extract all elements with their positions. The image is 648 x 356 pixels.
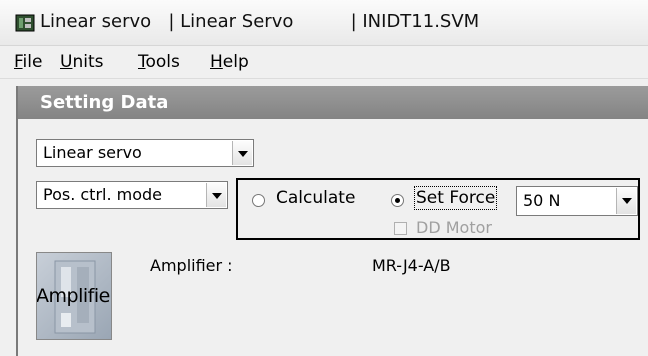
dd-motor-label: DD Motor	[416, 218, 492, 237]
force-value-select[interactable]: 50 N	[516, 186, 638, 216]
servo-type-value: Linear servo	[43, 143, 142, 162]
calculate-label[interactable]: Calculate	[276, 188, 355, 208]
amplifier-button-label: Amplifier	[36, 285, 112, 307]
force-value: 50 N	[523, 191, 561, 210]
menu-tools[interactable]: Tools	[138, 52, 180, 72]
control-mode-select[interactable]: Pos. ctrl. mode	[36, 181, 228, 209]
force-option-group: Calculate Set Force 50 N DD Motor	[236, 178, 640, 240]
menu-file[interactable]: File	[14, 52, 42, 72]
chevron-down-icon[interactable]	[232, 141, 252, 165]
amplifier-button[interactable]: Amplifier	[36, 252, 112, 340]
chevron-down-icon[interactable]	[616, 188, 636, 214]
chevron-down-icon[interactable]	[206, 183, 226, 207]
dd-motor-checkbox[interactable]	[394, 222, 407, 235]
servo-type-select[interactable]: Linear servo	[36, 139, 254, 167]
menu-units[interactable]: Units	[60, 52, 103, 72]
amplifier-label: Amplifier :	[150, 256, 233, 275]
window-title: Linear servo | Linear Servo | INIDT11.SV…	[40, 11, 480, 32]
calculate-radio[interactable]	[252, 194, 265, 207]
menu-bar: File Units Tools Help	[0, 46, 648, 79]
panel-title: Setting Data	[40, 92, 169, 113]
radio-selected-dot	[395, 198, 400, 203]
menu-help[interactable]: Help	[210, 52, 249, 72]
panel-header: Setting Data	[18, 86, 648, 119]
control-mode-value: Pos. ctrl. mode	[43, 185, 163, 204]
servo-app-icon	[15, 14, 35, 32]
set-force-label[interactable]: Set Force	[413, 186, 498, 210]
set-force-radio[interactable]	[391, 194, 404, 207]
window-title-bar: Linear servo | Linear Servo | INIDT11.SV…	[0, 0, 648, 46]
amplifier-model-value: MR-J4-A/B	[372, 256, 451, 275]
